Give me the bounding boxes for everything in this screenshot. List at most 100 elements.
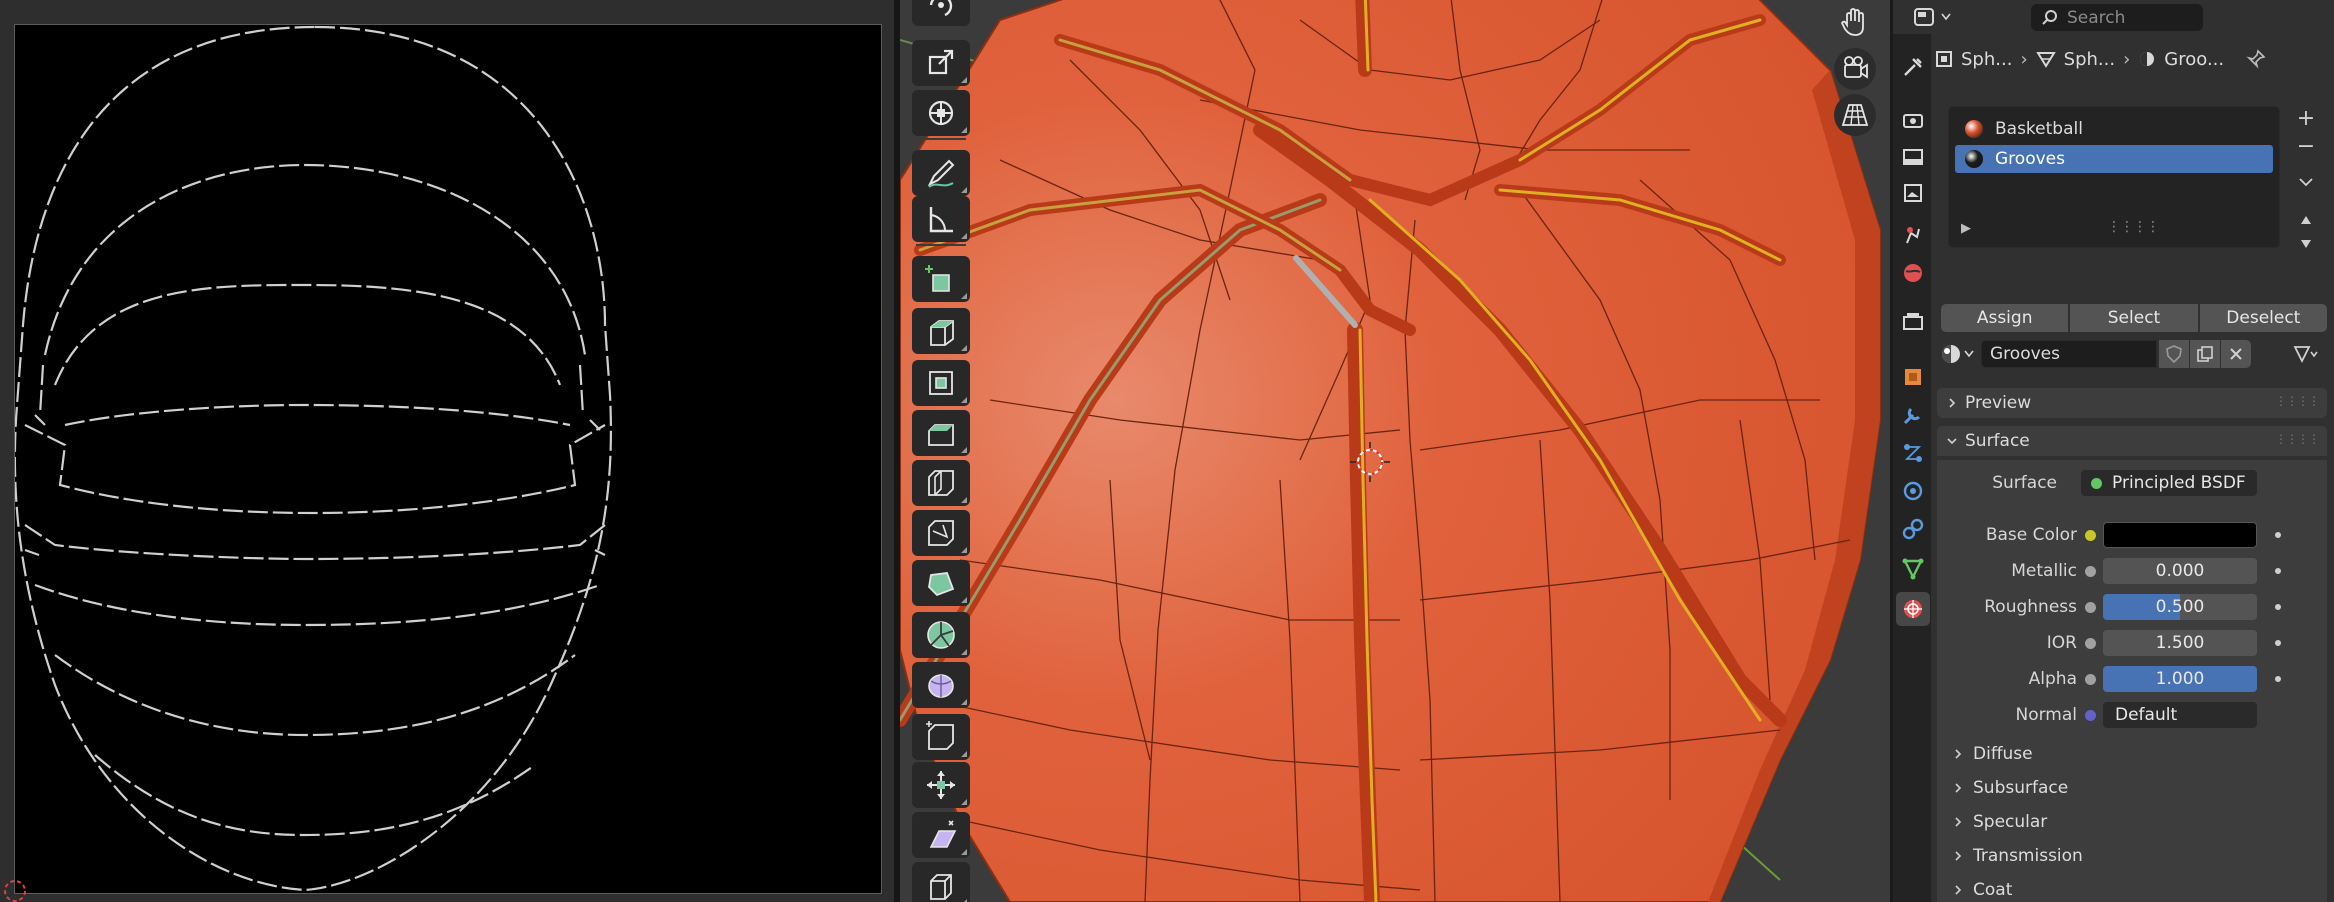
tab-constraints[interactable] bbox=[1896, 512, 1930, 546]
orthographic-grid-button[interactable] bbox=[1834, 94, 1876, 136]
keyframe-dot-icon[interactable] bbox=[2275, 640, 2281, 646]
duplicate-material-button[interactable] bbox=[2190, 340, 2220, 368]
fake-user-button[interactable] bbox=[2159, 340, 2189, 368]
socket-icon[interactable] bbox=[2085, 710, 2096, 721]
tab-particles[interactable] bbox=[1896, 436, 1930, 470]
transform-tool-button[interactable] bbox=[912, 90, 970, 136]
rip-region-tool-button[interactable] bbox=[912, 862, 970, 902]
pin-icon[interactable] bbox=[2246, 49, 2266, 69]
tab-world[interactable] bbox=[1896, 256, 1930, 290]
tab-tool[interactable] bbox=[1896, 50, 1930, 84]
shrink-fatten-tool-button[interactable] bbox=[912, 762, 970, 808]
add-slot-button[interactable]: + bbox=[2294, 106, 2318, 131]
list-resize-grip[interactable]: ⋮⋮⋮⋮ bbox=[2107, 219, 2160, 235]
tab-data[interactable] bbox=[1896, 552, 1930, 586]
surface-panel-header[interactable]: Surface ⋮⋮⋮⋮ bbox=[1937, 426, 2327, 456]
search-input[interactable] bbox=[2067, 7, 2197, 28]
tab-view-layer[interactable] bbox=[1896, 176, 1930, 210]
loop-cut-tool-button[interactable] bbox=[912, 460, 970, 506]
tab-collection[interactable] bbox=[1896, 304, 1930, 338]
property-field-normal[interactable]: Default bbox=[2103, 702, 2257, 728]
shear-tool-button[interactable] bbox=[912, 812, 970, 858]
assign-button[interactable]: Assign bbox=[1941, 304, 2069, 332]
measure-tool-button[interactable] bbox=[912, 196, 970, 242]
annotate-tool-button[interactable] bbox=[912, 150, 970, 196]
tab-physics[interactable] bbox=[1896, 474, 1930, 508]
property-field-ior[interactable]: 1.500 bbox=[2103, 630, 2257, 656]
preview-panel-header[interactable]: Preview ⋮⋮⋮⋮ bbox=[1937, 388, 2327, 418]
socket-icon[interactable] bbox=[2085, 602, 2096, 613]
bevel-tool-button[interactable] bbox=[912, 410, 970, 456]
property-row-alpha: Alpha 1.000 bbox=[1937, 666, 2327, 692]
subpanel-coat[interactable]: Coat bbox=[1953, 877, 2323, 902]
uv-editor[interactable] bbox=[0, 0, 894, 902]
browse-material-button[interactable] bbox=[1937, 340, 1977, 368]
node-tree-button[interactable] bbox=[2285, 340, 2327, 368]
socket-icon[interactable] bbox=[2085, 674, 2096, 685]
scale-tool-button[interactable] bbox=[912, 40, 970, 86]
cursor-2d-icon[interactable] bbox=[0, 874, 30, 902]
breadcrumb-object[interactable]: Sph... bbox=[1961, 49, 2012, 70]
remove-slot-button[interactable]: − bbox=[2294, 134, 2318, 159]
search-field[interactable] bbox=[2031, 4, 2203, 31]
property-field-roughness[interactable]: 0.500 bbox=[2103, 594, 2257, 620]
subpanel-subsurface[interactable]: Subsurface bbox=[1953, 775, 2323, 801]
subpanel-diffuse[interactable]: Diffuse bbox=[1953, 741, 2323, 767]
list-filter-toggle[interactable]: ▶ bbox=[1961, 221, 1971, 236]
property-field-alpha[interactable]: 1.000 bbox=[2103, 666, 2257, 692]
select-button[interactable]: Select bbox=[2070, 304, 2198, 332]
keyframe-dot-icon[interactable] bbox=[2275, 676, 2281, 682]
tab-object[interactable] bbox=[1896, 360, 1930, 394]
3d-viewport[interactable] bbox=[900, 0, 1890, 902]
chevron-down-icon bbox=[2299, 178, 2313, 187]
slot-specials-button[interactable] bbox=[2294, 170, 2318, 194]
socket-icon[interactable] bbox=[2085, 530, 2096, 541]
tool-variant-indicator bbox=[961, 345, 967, 351]
extrude-region-tool-button[interactable] bbox=[912, 308, 970, 354]
keyframe-dot-icon[interactable] bbox=[2275, 568, 2281, 574]
rotate-tool-button[interactable] bbox=[912, 0, 970, 26]
tab-modifier[interactable] bbox=[1896, 398, 1930, 432]
move-slot-down-button[interactable] bbox=[2294, 232, 2318, 256]
breadcrumb-material[interactable]: Groo... bbox=[2164, 49, 2224, 70]
knife-tool-button[interactable] bbox=[912, 510, 970, 556]
move-slot-up-button[interactable] bbox=[2294, 208, 2318, 232]
property-field-metallic[interactable]: 0.000 bbox=[2103, 558, 2257, 584]
sphere-mesh[interactable] bbox=[900, 0, 1890, 902]
panel-drag-grip[interactable]: ⋮⋮⋮⋮ bbox=[2275, 394, 2320, 408]
tab-material[interactable] bbox=[1896, 592, 1930, 626]
camera-view-button[interactable] bbox=[1834, 48, 1876, 90]
keyframe-dot-icon[interactable] bbox=[2275, 604, 2281, 610]
panel-drag-grip[interactable]: ⋮⋮⋮⋮ bbox=[2275, 432, 2320, 446]
camera-view-icon bbox=[1844, 56, 1868, 79]
keyframe-dot-icon[interactable] bbox=[2275, 532, 2281, 538]
subpanel-transmission[interactable]: Transmission bbox=[1953, 843, 2323, 869]
material-slot-item[interactable]: Grooves bbox=[1955, 145, 2273, 173]
material-name-field[interactable]: Grooves bbox=[1981, 340, 2157, 368]
poly-build-tool-button[interactable] bbox=[912, 560, 970, 606]
add-cube-tool-button[interactable] bbox=[912, 256, 970, 302]
smooth-tool-button[interactable] bbox=[912, 662, 970, 708]
spin-tool-button[interactable] bbox=[912, 612, 970, 658]
tab-output[interactable] bbox=[1896, 140, 1930, 174]
editor-type-button[interactable] bbox=[1907, 3, 1955, 31]
uv-islands[interactable] bbox=[15, 25, 883, 895]
material-slot-item[interactable]: Basketball bbox=[1955, 115, 2273, 143]
surface-shader-field[interactable]: Principled BSDF bbox=[2081, 470, 2257, 496]
uv-canvas[interactable] bbox=[14, 24, 882, 894]
property-field-base-color[interactable] bbox=[2103, 522, 2257, 548]
breadcrumb-mesh[interactable]: Sph... bbox=[2064, 49, 2115, 70]
unlink-material-button[interactable] bbox=[2221, 340, 2251, 368]
material-slot-list[interactable]: Basketball Grooves ▶ ⋮⋮⋮⋮ bbox=[1948, 106, 2280, 248]
tab-render[interactable] bbox=[1896, 104, 1930, 138]
loop-cut-icon bbox=[928, 470, 954, 496]
subpanel-specular[interactable]: Specular bbox=[1953, 809, 2323, 835]
socket-icon[interactable] bbox=[2085, 566, 2096, 577]
hand-pan-button[interactable] bbox=[1834, 2, 1876, 44]
uv-seam-lines[interactable] bbox=[15, 25, 613, 892]
deselect-button[interactable]: Deselect bbox=[2199, 304, 2327, 332]
socket-icon[interactable] bbox=[2085, 638, 2096, 649]
tab-scene[interactable] bbox=[1896, 218, 1930, 252]
inset-faces-tool-button[interactable] bbox=[912, 360, 970, 406]
edge-slide-tool-button[interactable] bbox=[912, 714, 970, 760]
